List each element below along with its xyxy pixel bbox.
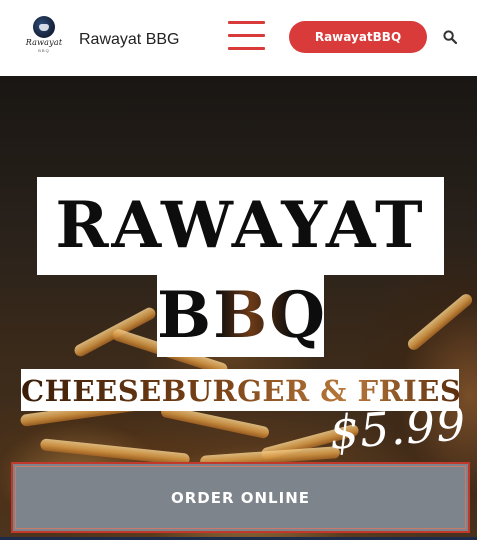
hero-title: RAWAYAT: [55, 188, 426, 263]
menu-bar: [228, 34, 265, 37]
hero-title-line-2: BBQ: [157, 274, 327, 358]
site-logo[interactable]: Rawayat BBQ: [22, 16, 66, 56]
logo-wordmark: Rawayat: [25, 38, 63, 47]
search-icon[interactable]: [443, 30, 457, 44]
header-cta-button[interactable]: RawayatBBQ: [289, 21, 427, 53]
hero-banner: RAWAYAT BBQ CHEESEBURGER & FRIES $5.99 O…: [0, 76, 483, 540]
hamburger-menu-icon[interactable]: [228, 20, 265, 52]
order-online-button[interactable]: ORDER ONLINE: [11, 462, 470, 533]
site-title[interactable]: Rawayat BBG: [79, 31, 179, 49]
page-edge: [477, 76, 483, 540]
menu-bar: [228, 47, 265, 50]
promo-price: $5.99: [327, 396, 469, 460]
logo-subtext: BBQ: [38, 48, 50, 53]
hero-title-text: BBQ: [157, 278, 327, 353]
hero-bg-fry: [405, 291, 475, 353]
order-online-label: ORDER ONLINE: [170, 488, 311, 507]
menu-bar: [228, 21, 265, 24]
logo-emblem-icon: [33, 16, 55, 38]
site-header: Rawayat BBQ Rawayat BBG RawayatBBQ: [0, 0, 483, 76]
